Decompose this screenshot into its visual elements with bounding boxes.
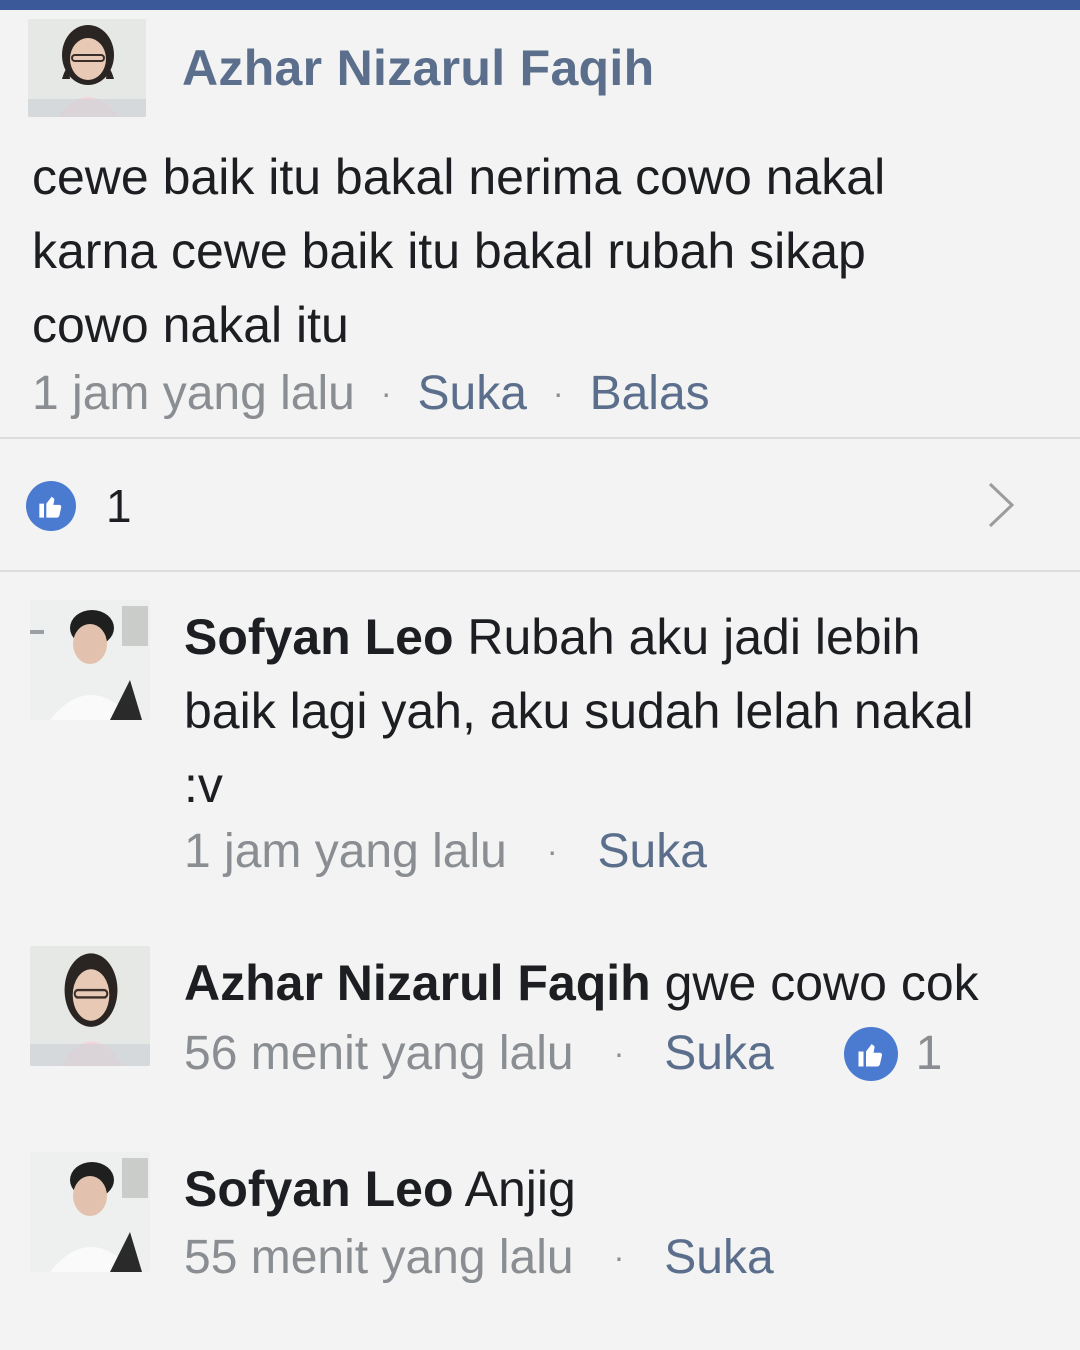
post-body-line: cewe baik itu bakal nerima cowo nakal (32, 149, 886, 205)
reply-meta: 56 menit yang lalu · Suka 1 (184, 1026, 942, 1081)
post-meta: 1 jam yang lalu · Suka · Balas (32, 366, 710, 421)
post-timestamp: 1 jam yang lalu (32, 367, 355, 420)
post-header: Azhar Nizarul Faqih (28, 18, 654, 118)
reply-author-name[interactable]: Azhar Nizarul Faqih (184, 955, 651, 1011)
reply-body: gwe cowo cok (650, 955, 979, 1011)
reaction-count: 1 (106, 480, 132, 532)
reply-timestamp: 1 jam yang lalu (184, 825, 507, 878)
author-avatar[interactable] (28, 19, 146, 117)
reply-meta: 1 jam yang lalu · Suka (184, 824, 707, 879)
post-body-line: karna cewe baik itu bakal rubah sikap (32, 223, 866, 279)
reaction-summary[interactable]: 1 (26, 476, 1056, 536)
post-body-line: cowo nakal itu (32, 297, 349, 353)
like-link[interactable]: Suka (418, 366, 527, 421)
reply-text: Azhar Nizarul Faqih gwe cowo cok (184, 946, 1064, 1020)
separator-dot: · (380, 375, 392, 411)
reply-link[interactable]: Balas (590, 366, 710, 421)
reply-meta: 55 menit yang lalu · Suka (184, 1230, 774, 1285)
profile-photo-girl-icon (28, 19, 146, 117)
reply-timestamp: 55 menit yang lalu (184, 1231, 574, 1284)
profile-photo-boy-icon (30, 1152, 150, 1272)
post-body: cewe baik itu bakal nerima cowo nakal ka… (32, 140, 1042, 362)
divider (0, 570, 1080, 572)
reply-avatar[interactable] (30, 1152, 150, 1272)
reply-text: Sofyan Leo Anjig (184, 1152, 1064, 1226)
divider (0, 437, 1080, 439)
reply-avatar[interactable] (30, 600, 150, 720)
profile-photo-boy-icon (30, 600, 150, 720)
post-author-name[interactable]: Azhar Nizarul Faqih (182, 39, 654, 97)
reply-author-name[interactable]: Sofyan Leo (184, 1161, 453, 1217)
profile-photo-girl-icon (30, 946, 150, 1066)
top-bar (0, 0, 1080, 10)
like-link[interactable]: Suka (664, 1026, 773, 1081)
separator-dot: · (546, 833, 558, 869)
like-link[interactable]: Suka (664, 1230, 773, 1285)
separator-dot: · (552, 375, 564, 411)
reply-text: Sofyan Leo Rubah aku jadi lebih baik lag… (184, 600, 1064, 822)
thumbs-up-icon (843, 1026, 898, 1081)
like-link[interactable]: Suka (598, 824, 707, 879)
thumbs-up-icon (26, 481, 76, 531)
reply-body: :v (184, 757, 223, 813)
separator-dot: · (613, 1239, 625, 1275)
reply-body: Rubah aku jadi lebih (453, 609, 921, 665)
reply-timestamp: 56 menit yang lalu (184, 1027, 574, 1080)
reply-body: Anjig (453, 1161, 576, 1217)
reply-like-count[interactable]: 1 (916, 1026, 943, 1081)
reply-avatar[interactable] (30, 946, 150, 1066)
reply-body: baik lagi yah, aku sudah lelah nakal (184, 683, 974, 739)
chevron-right-icon[interactable] (986, 480, 1016, 535)
reply-author-name[interactable]: Sofyan Leo (184, 609, 453, 665)
separator-dot: · (613, 1035, 625, 1071)
